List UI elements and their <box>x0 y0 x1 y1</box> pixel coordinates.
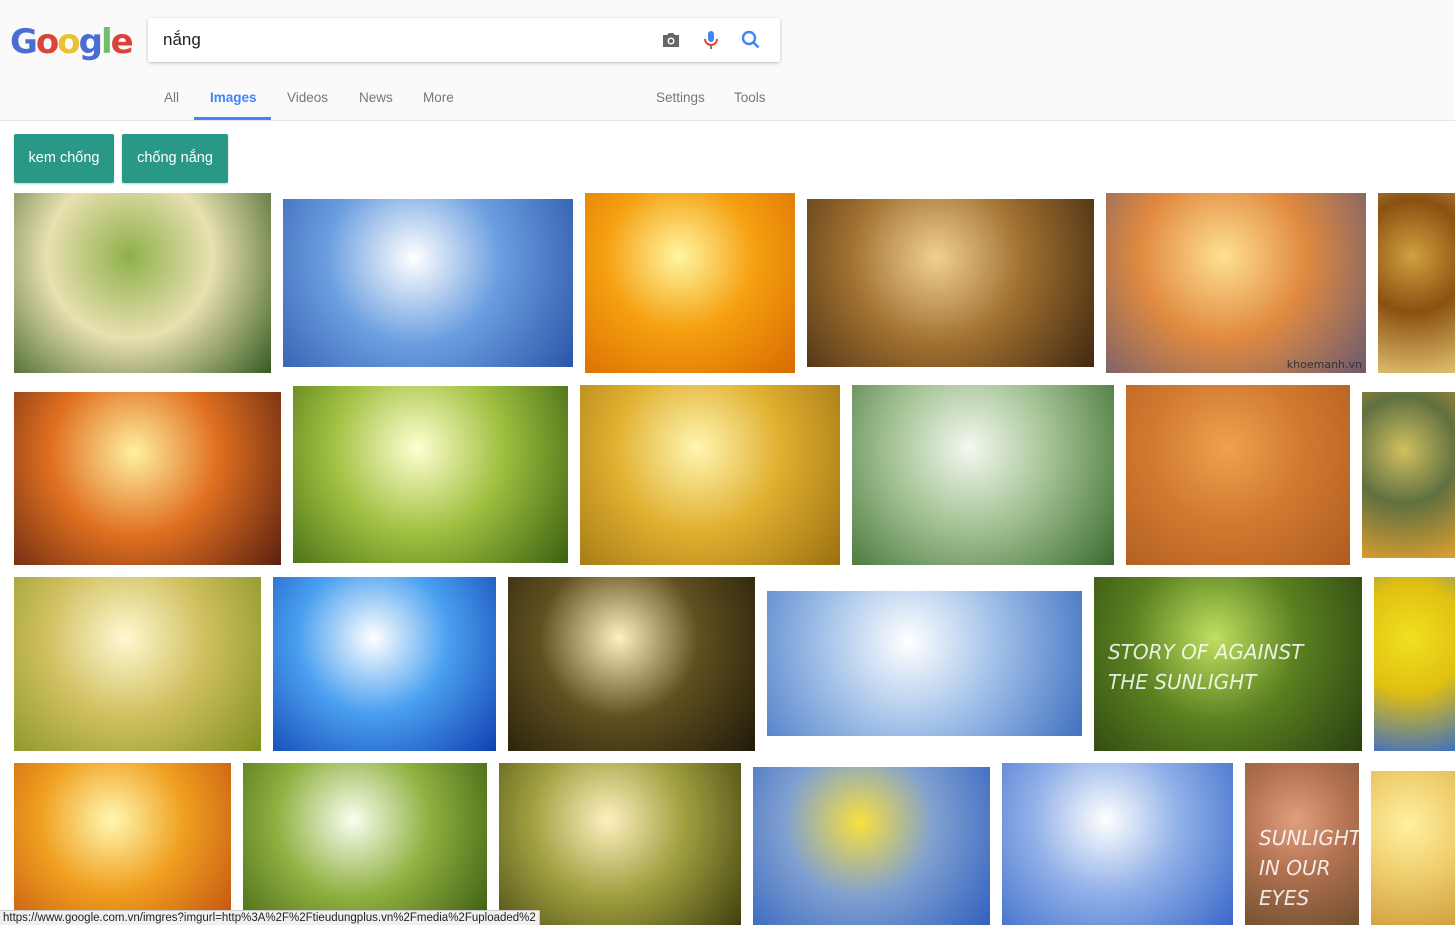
tab-images[interactable]: Images <box>210 90 257 105</box>
image-result[interactable] <box>1002 763 1233 925</box>
active-tab-indicator <box>194 117 271 120</box>
image-result[interactable] <box>14 577 261 751</box>
status-bar-url: https://www.google.com.vn/imgres?imgurl=… <box>0 910 540 925</box>
image-result[interactable]: STORY OF AGAINST THE SUNLIGHT <box>1094 577 1362 751</box>
tab-tools[interactable]: Tools <box>734 90 766 105</box>
image-result[interactable] <box>767 591 1082 736</box>
image-result[interactable] <box>1374 577 1455 751</box>
logo-letter: G <box>10 22 38 62</box>
logo-letter: o <box>57 22 80 62</box>
image-result[interactable] <box>14 392 281 565</box>
image-result[interactable] <box>807 199 1094 367</box>
microphone-icon[interactable] <box>699 28 723 52</box>
search-input[interactable] <box>163 18 643 62</box>
image-result[interactable] <box>293 386 568 563</box>
image-result[interactable] <box>283 199 573 367</box>
image-result[interactable] <box>1378 193 1455 373</box>
image-result[interactable]: SUNLIGHT IN OUR EYES <box>1245 763 1359 925</box>
image-result[interactable] <box>585 193 795 373</box>
image-result[interactable] <box>508 577 755 751</box>
image-result[interactable] <box>1126 385 1350 565</box>
search-box <box>148 18 780 62</box>
logo-letter: e <box>110 22 134 62</box>
logo-letter: g <box>78 22 103 62</box>
image-watermark: khoemanh.vn <box>1286 358 1362 371</box>
image-result[interactable] <box>753 767 990 925</box>
image-result[interactable] <box>14 193 271 373</box>
chip-chong-nang[interactable]: chống nắng <box>122 134 228 183</box>
tab-more[interactable]: More <box>423 90 454 105</box>
google-logo[interactable]: Google <box>10 22 134 62</box>
logo-letter: l <box>100 22 113 62</box>
image-result[interactable] <box>243 763 487 925</box>
search-tabs: All Images Videos News More Settings Too… <box>0 80 1455 121</box>
image-result[interactable] <box>580 385 840 565</box>
search-icon[interactable] <box>739 28 763 52</box>
chip-kem-chong[interactable]: kem chống <box>14 134 114 183</box>
tab-videos[interactable]: Videos <box>287 90 328 105</box>
image-text-overlay: STORY OF AGAINST THE SUNLIGHT <box>1108 640 1304 694</box>
image-result[interactable] <box>1362 392 1455 558</box>
tab-settings[interactable]: Settings <box>656 90 705 105</box>
tab-all[interactable]: All <box>164 90 179 105</box>
image-result[interactable] <box>499 763 741 925</box>
camera-icon[interactable] <box>659 28 683 52</box>
header: Google All Images Videos News More Setti… <box>0 0 1455 121</box>
image-result[interactable] <box>14 763 231 925</box>
image-result[interactable]: khoemanh.vn <box>1106 193 1366 373</box>
image-result[interactable] <box>273 577 496 751</box>
image-result[interactable] <box>1371 771 1455 925</box>
logo-letter: o <box>35 22 59 62</box>
tab-news[interactable]: News <box>359 90 393 105</box>
image-result[interactable] <box>852 385 1114 565</box>
image-text-overlay: SUNLIGHT IN OUR EYES <box>1259 826 1359 910</box>
